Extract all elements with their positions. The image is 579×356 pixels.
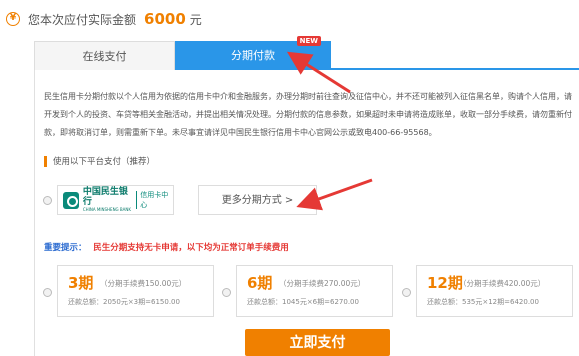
amount-summary: ¥ 您本次应付实际金额 6000 元 (6, 8, 202, 30)
payment-tabs: 在线支付 分期付款 NEW (34, 36, 579, 70)
tab-online-label: 在线支付 (82, 50, 127, 63)
minsheng-bank-logo-icon (63, 191, 79, 209)
plan-option-6[interactable]: 6期 （分期手续费270.00元） 还款总额：1045元×6期=6270.00 (236, 265, 393, 317)
notice-body: 民生分期支持无卡申请，以下均为正常订单手续费用 (93, 243, 289, 253)
pay-now-button[interactable]: 立即支付 (245, 329, 390, 356)
amount-unit: 元 (189, 12, 202, 27)
section-title-text: 使用以下平台支付（推荐） (53, 157, 156, 167)
important-notice: 重要提示： 民生分期支持无卡申请，以下均为正常订单手续费用 (44, 241, 289, 253)
tab-installment[interactable]: 分期付款 NEW (175, 36, 331, 70)
plan-radio-12[interactable] (402, 288, 411, 297)
tab-installment-label: 分期付款 (231, 49, 275, 62)
installment-payment-page: ¥ 您本次应付实际金额 6000 元 在线支付 分期付款 NEW 民生信用卡分期… (0, 0, 579, 356)
section-marker (44, 155, 47, 167)
yen-icon: ¥ (6, 12, 20, 26)
amount-label: 您本次应付实际金额 (28, 12, 137, 27)
new-badge: NEW (296, 36, 321, 46)
plan-fee: （分期手续费270.00元） (279, 279, 366, 288)
bank-name-block: 中国民生银行 CHINA MINSHENG BANK (83, 187, 133, 213)
plan-fee: （分期手续费150.00元） (100, 279, 187, 288)
amount-value: 6000 (144, 10, 186, 28)
plan-radio-3[interactable] (43, 288, 52, 297)
recommended-platform-title: 使用以下平台支付（推荐） (44, 155, 155, 167)
minsheng-bank-option[interactable]: 中国民生银行 CHINA MINSHENG BANK 信用卡中心 (57, 185, 174, 215)
plan-period: 3期 (68, 274, 94, 292)
bank-tag: 信用卡中心 (140, 191, 169, 209)
bank-radio[interactable] (43, 196, 52, 205)
plan-option-12[interactable]: 12期 （分期手续费420.00元） 还款总额：535元×12期=6420.00 (416, 265, 573, 317)
plan-period: 12期 (427, 274, 463, 292)
plan-repay: 还款总额：535元×12期=6420.00 (427, 298, 539, 306)
installment-description: 民生信用卡分期付款以个人信用为依据的信用卡中介和金融服务，办理分期时前往查询及征… (44, 92, 572, 137)
plan-radio-6[interactable] (222, 288, 231, 297)
notice-lead: 重要提示： (44, 243, 87, 253)
plan-repay: 还款总额：2050元×3期=6150.00 (68, 298, 180, 306)
bank-name-en: CHINA MINSHENG BANK (82, 207, 132, 212)
plan-option-3[interactable]: 3期 （分期手续费150.00元） 还款总额：2050元×3期=6150.00 (57, 265, 214, 317)
more-installment-methods-button[interactable]: 更多分期方式 > (198, 185, 317, 215)
bank-divider (136, 191, 138, 209)
bank-name: 中国民生银行 (82, 187, 128, 207)
tab-online-payment[interactable]: 在线支付 (34, 41, 175, 70)
plan-repay: 还款总额：1045元×6期=6270.00 (247, 298, 359, 306)
plan-fee: （分期手续费420.00元） (459, 279, 546, 288)
plan-period: 6期 (247, 274, 273, 292)
